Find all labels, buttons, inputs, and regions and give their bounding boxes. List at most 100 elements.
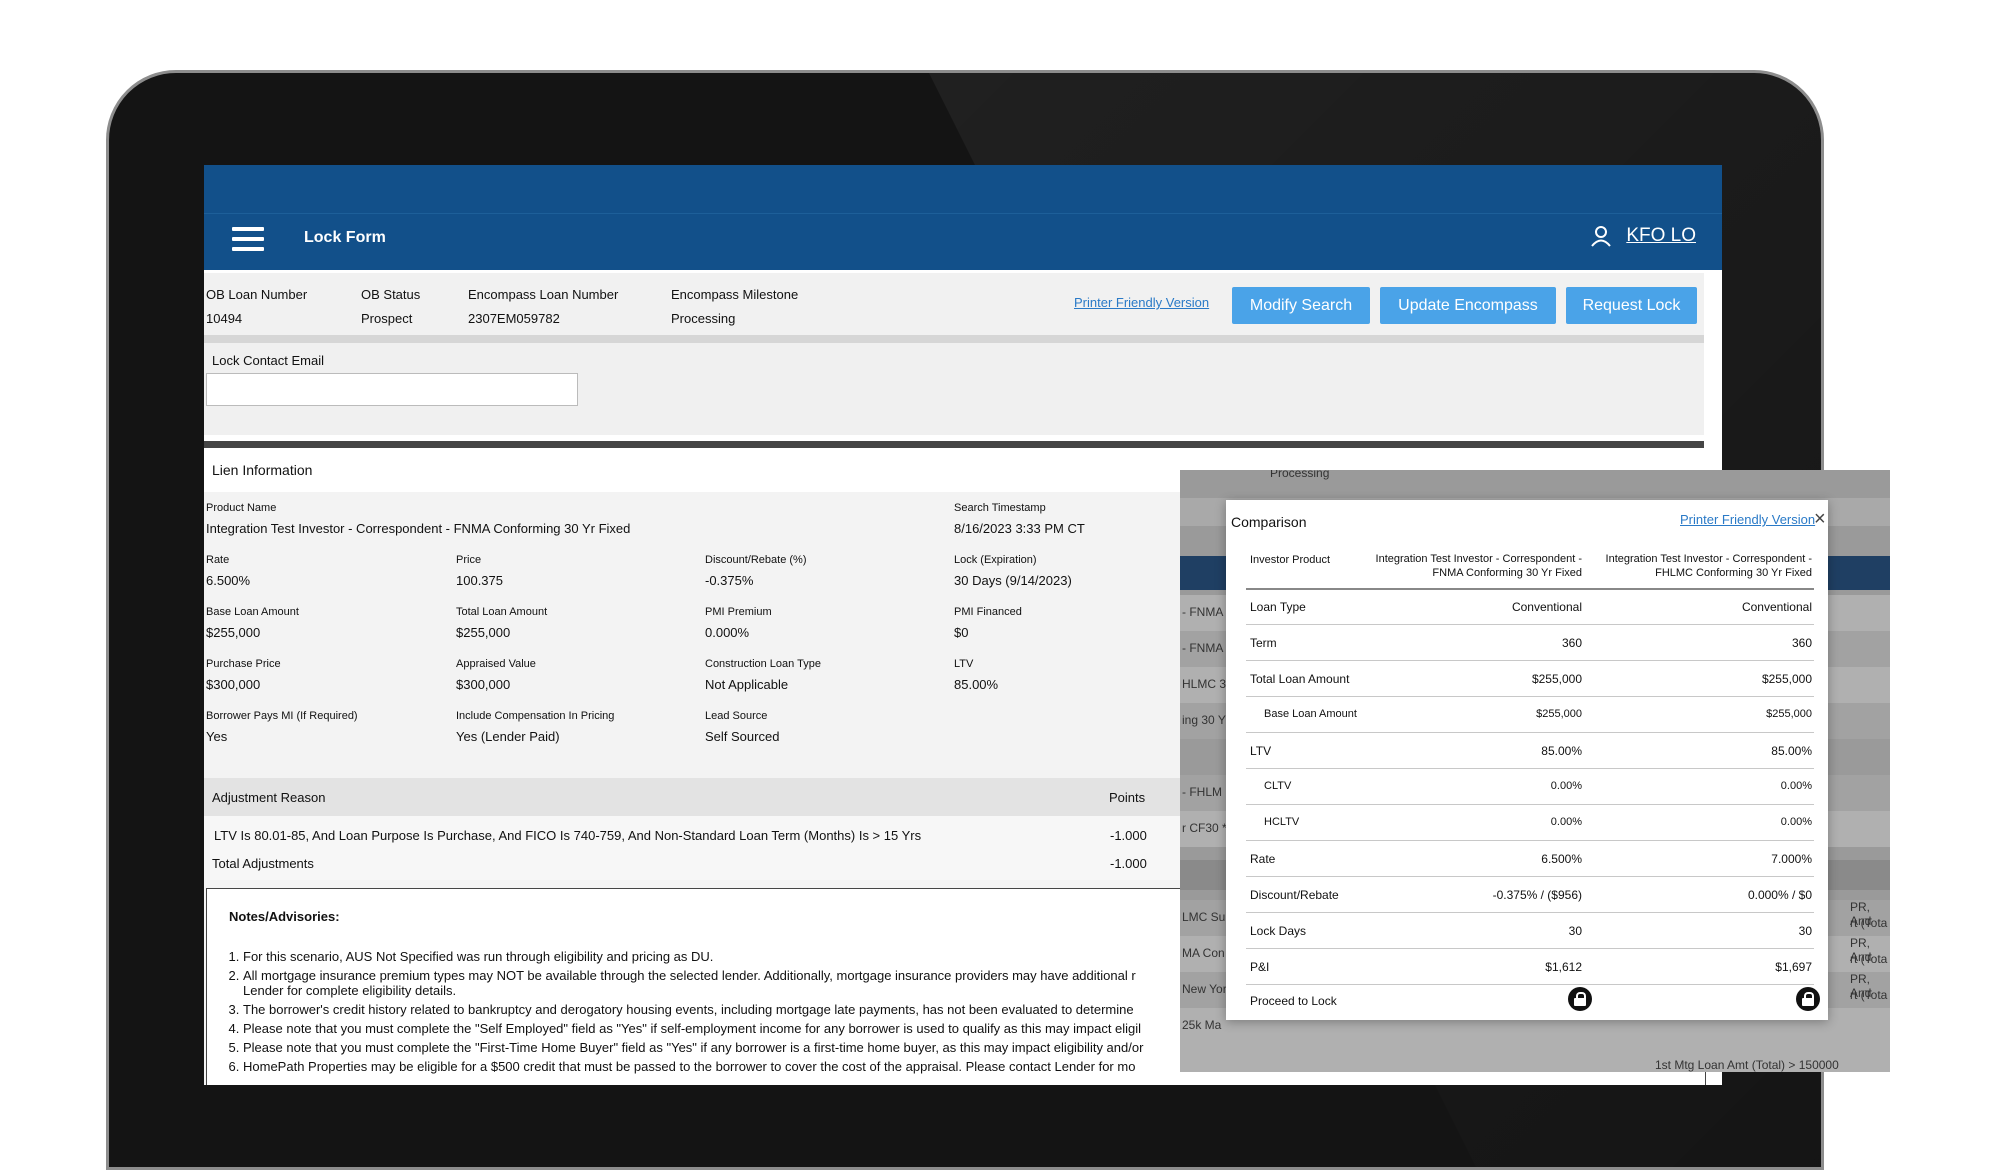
bg-right-text: rt (Tota: [1850, 952, 1888, 966]
comparison-row: Loan Type Conventional Conventional: [1246, 588, 1814, 625]
purchase-price: Purchase Price $300,000: [206, 658, 281, 692]
rate: Rate 6.500%: [206, 554, 251, 588]
bg-row: 25k Ma: [1182, 1018, 1222, 1032]
adjustment-reason-header: Adjustment Reason: [212, 790, 326, 805]
borrower-pays-mi: Borrower Pays MI (If Required) Yes: [206, 710, 358, 744]
comparison-row: Lock Days 30 30: [1246, 912, 1814, 949]
update-encompass-button[interactable]: Update Encompass: [1380, 287, 1556, 324]
lock-contact-section: Lock Contact Email: [204, 343, 1704, 435]
construction-loan-type: Construction Loan Type Not Applicable: [705, 658, 821, 692]
bg-row: - FHLM: [1182, 785, 1222, 799]
comparison-value-2: 0.00%: [1780, 816, 1812, 828]
comparison-row-label: Total Loan Amount: [1250, 672, 1350, 686]
comparison-value-2: $255,000: [1766, 708, 1812, 720]
comparison-row: LTV 85.00% 85.00%: [1246, 732, 1814, 769]
close-icon[interactable]: ×: [1814, 508, 1826, 531]
comparison-value-1: Conventional: [1511, 600, 1582, 614]
comparison-row: CLTV 0.00% 0.00%: [1246, 768, 1814, 805]
comparison-value-2: $255,000: [1761, 672, 1812, 686]
investor-product-header: Investor Product: [1250, 554, 1331, 566]
bg-row: ing 30 Y: [1182, 713, 1226, 727]
comparison-row: Rate 6.500% 7.000%: [1246, 840, 1814, 877]
ob-status: OB Status Prospect: [361, 287, 421, 326]
comparison-row-label: CLTV: [1264, 780, 1292, 792]
comparison-value-2: 30: [1798, 924, 1812, 938]
bg-row: - FNMA: [1182, 605, 1224, 619]
comparison-row-label: Base Loan Amount: [1264, 708, 1357, 720]
bg-bottom-text: 1st Mtg Loan Amt (Total) > 150000: [1655, 1058, 1839, 1072]
printer-friendly-link[interactable]: Printer Friendly Version: [1074, 295, 1209, 310]
bg-row: r CF30 *: [1182, 821, 1227, 835]
user-name-link[interactable]: KFO LO: [1626, 225, 1696, 247]
proceed-to-lock-row: Proceed to Lock: [1246, 982, 1820, 1018]
lock-icon[interactable]: [1568, 987, 1592, 1011]
comparison-row: P&I $1,612 $1,697: [1246, 948, 1814, 985]
top-nav-bar: Lock Form KFO LO: [204, 165, 1722, 270]
product-2-name: Integration Test Investor - Corresponden…: [1605, 553, 1812, 579]
comparison-row-label: Discount/Rebate: [1250, 888, 1339, 902]
total-loan-amount: Total Loan Amount $255,000: [456, 606, 548, 640]
adjustment-points: -1.000: [1110, 828, 1147, 843]
comparison-row: Base Loan Amount $255,000 $255,000: [1246, 696, 1814, 733]
comparison-value-1: 0.00%: [1550, 780, 1582, 792]
comparison-row: HCLTV 0.00% 0.00%: [1246, 804, 1814, 841]
comparison-value-1: 360: [1561, 636, 1582, 650]
comparison-value-1: 30: [1568, 924, 1582, 938]
comparison-row-label: P&I: [1250, 960, 1270, 974]
comparison-row-label: LTV: [1250, 744, 1272, 758]
comparison-value-2: 85.00%: [1771, 744, 1812, 758]
comparison-value-2: 0.00%: [1780, 780, 1812, 792]
comparison-row: Term 360 360: [1246, 624, 1814, 661]
menu-icon[interactable]: [232, 227, 264, 251]
comparison-row: Discount/Rebate -0.375% / ($956) 0.000% / …: [1246, 876, 1814, 913]
total-adjustments-label: Total Adjustments: [212, 856, 314, 871]
comparison-row-label: Term: [1250, 636, 1277, 650]
bg-right-text: rt (Tota: [1850, 988, 1888, 1002]
discount-rebate: Discount/Rebate (%) -0.375%: [705, 554, 807, 588]
lien-title: Lien Information: [212, 462, 313, 478]
product-1-name: Integration Test Investor - Corresponden…: [1375, 553, 1582, 579]
modify-search-button[interactable]: Modify Search: [1232, 287, 1370, 324]
lock-icon[interactable]: [1796, 987, 1820, 1011]
bg-right-text: rt (Tota: [1850, 916, 1888, 930]
adjustment-reason: LTV Is 80.01-85, And Loan Purpose Is Pur…: [214, 828, 922, 843]
comparison-title: Comparison: [1231, 514, 1307, 530]
user-icon: [1591, 226, 1612, 247]
bg-row: LMC Su: [1182, 910, 1226, 924]
comparison-value-1: $255,000: [1531, 672, 1582, 686]
ob-loan-number: OB Loan Number 10494: [206, 287, 308, 326]
comparison-value-1: $255,000: [1536, 708, 1582, 720]
proceed-to-lock-label: Proceed to Lock: [1250, 994, 1337, 1008]
points-header: Points: [1109, 790, 1146, 805]
comparison-value-1: 0.00%: [1550, 816, 1582, 828]
lock-contact-email-input[interactable]: [206, 373, 578, 406]
lead-source: Lead Source Self Sourced: [705, 710, 780, 744]
bg-processing: Processing: [1270, 470, 1330, 480]
comparison-row-label: Loan Type: [1250, 600, 1306, 614]
comparison-row-label: HCLTV: [1264, 816, 1300, 828]
pmi-financed: PMI Financed $0: [954, 606, 1022, 640]
page-title: Lock Form: [304, 229, 386, 246]
comparison-row: Total Loan Amount $255,000 $255,000: [1246, 660, 1814, 697]
ltv: LTV 85.00%: [954, 658, 999, 692]
comparison-value-2: $1,697: [1775, 960, 1812, 974]
user-menu[interactable]: KFO LO: [1590, 225, 1696, 247]
appraised-value: Appraised Value $300,000: [456, 658, 536, 692]
comparison-modal: Comparison Printer Friendly Version × In…: [1226, 500, 1828, 1020]
comparison-value-1: 6.500%: [1541, 852, 1582, 866]
comparison-header-row: Investor Product Integration Test Invest…: [1246, 542, 1814, 590]
pmi-premium: PMI Premium 0.000%: [705, 606, 772, 640]
request-lock-button[interactable]: Request Lock: [1566, 287, 1697, 324]
comparison-value-2: 360: [1791, 636, 1812, 650]
comparison-value-1: 85.00%: [1541, 744, 1582, 758]
encompass-milestone: Encompass Milestone Processing: [671, 287, 799, 326]
comparison-row-label: Rate: [1250, 852, 1276, 866]
comparison-row-label: Lock Days: [1250, 924, 1307, 938]
comparison-value-1: $1,612: [1545, 960, 1582, 974]
comparison-printer-link[interactable]: Printer Friendly Version: [1680, 512, 1815, 527]
encompass-loan-number: Encompass Loan Number 2307EM059782: [468, 287, 619, 326]
comparison-value-1: -0.375% / ($956): [1492, 888, 1582, 902]
product-name: Product Name Integration Test Investor - …: [206, 502, 631, 536]
lock-expiration: Lock (Expiration) 30 Days (9/14/2023): [954, 554, 1072, 588]
notes-title: Notes/Advisories:: [229, 909, 340, 924]
